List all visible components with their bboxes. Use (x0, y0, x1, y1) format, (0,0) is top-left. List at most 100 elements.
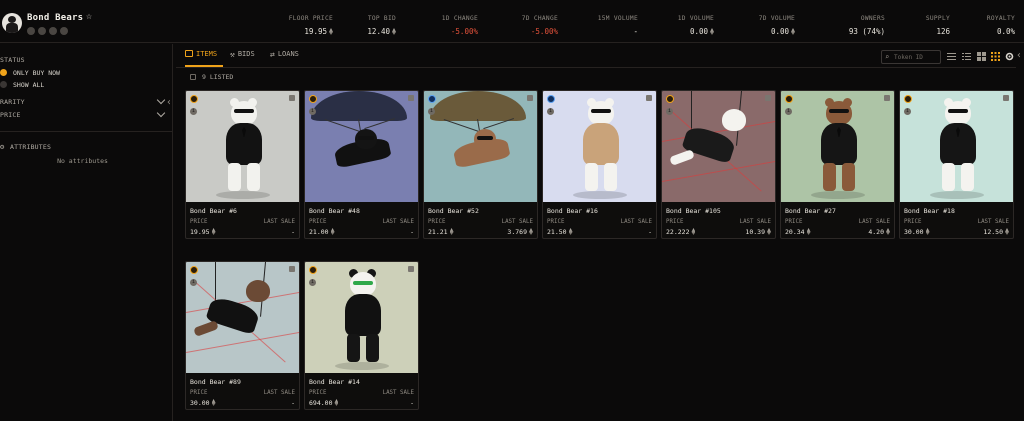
eth-icon (568, 228, 573, 235)
price-value: 20.34 (785, 228, 811, 236)
only-buy-now-radio[interactable] (0, 69, 7, 76)
last-sale-label: LAST SALE (858, 219, 890, 225)
info-icon[interactable]: i (309, 279, 316, 286)
last-sale-value-text: 3.769 (507, 228, 527, 236)
stat-value-text: -5.00% (530, 27, 558, 36)
bear-leg (247, 163, 260, 191)
select-checkbox[interactable] (646, 95, 652, 101)
select-checkbox[interactable] (289, 266, 295, 272)
nft-image[interactable] (305, 262, 418, 373)
ground-shadow (930, 191, 984, 199)
stat-label: ROYALTY (986, 15, 1015, 22)
nft-image[interactable] (781, 91, 894, 202)
stat-label: SUPPLY (925, 15, 950, 22)
eth-icon (886, 228, 890, 235)
nft-card[interactable]: i Bond Bear #48 PRICE LAST SALE 21.00 - (304, 90, 419, 239)
tab-bids[interactable]: ⚒ BIDS (230, 50, 255, 66)
favorite-star-icon[interactable]: ☆ (86, 11, 92, 22)
eth-icon (392, 28, 396, 35)
select-checkbox[interactable] (1003, 95, 1009, 101)
info-icon[interactable]: i (904, 108, 911, 115)
stat-value: 19.95 (289, 27, 333, 36)
discord-icon[interactable] (38, 27, 46, 35)
twitter-icon[interactable] (49, 27, 57, 35)
tab-items[interactable]: ITEMS (185, 50, 223, 67)
show-all-label[interactable]: SHOW ALL (13, 81, 44, 89)
nft-card[interactable]: i Bond Bear #18 PRICE LAST SALE 30.00 12.50 (899, 90, 1014, 239)
price-label: PRICE (785, 219, 803, 225)
nft-card[interactable]: i Bond Bear #105 PRICE LAST SALE 22.222 10.39 (661, 90, 776, 239)
stat-value: 12.40 (367, 27, 396, 36)
price-value-text: 694.00 (309, 399, 333, 407)
price-label: PRICE (190, 219, 208, 225)
laser-beam (186, 332, 299, 353)
rarity-badge-icon (190, 95, 198, 103)
rarity-chevron-down-icon[interactable] (156, 95, 166, 105)
bear-leg (585, 163, 598, 191)
stat-value-text: 0.0% (996, 27, 1015, 36)
price-value-text: 21.50 (547, 228, 567, 236)
nft-card[interactable]: i Bond Bear #89 PRICE LAST SALE 30.00 - (185, 261, 300, 410)
nft-image[interactable] (305, 91, 418, 202)
collection-header: Bond Bears ☆ FLOOR PRICE 19.95 TOP BID 12.4… (0, 0, 1024, 43)
nft-card[interactable]: i Bond Bear #14 PRICE LAST SALE 694.00 - (304, 261, 419, 410)
rarity-filter-label[interactable]: RARITY (0, 98, 25, 106)
tab-loans[interactable]: ⇄ LOANS (270, 50, 299, 66)
info-icon[interactable]: i (428, 108, 435, 115)
nft-card[interactable]: i Bond Bear #16 PRICE LAST SALE 21.50 - (542, 90, 657, 239)
stat-7d-volume: 7D VOLUME 0.00 (759, 15, 795, 36)
nft-card[interactable]: i Bond Bear #27 PRICE LAST SALE 20.34 4.20 (780, 90, 895, 239)
small-grid-view-icon[interactable] (991, 52, 1000, 61)
list-view-icon[interactable] (947, 52, 956, 61)
explorer-icon[interactable] (60, 27, 68, 35)
nft-image[interactable] (662, 91, 775, 202)
info-icon[interactable]: i (547, 108, 554, 115)
select-checkbox[interactable] (289, 95, 295, 101)
attributes-label[interactable]: ATTRIBUTES (10, 143, 51, 151)
bear-head (231, 101, 257, 125)
token-search[interactable]: ⌕ (881, 50, 941, 64)
nft-image[interactable] (186, 91, 299, 202)
bear-leg (961, 163, 974, 191)
bear-leg (193, 320, 219, 337)
rarity-badge-icon (428, 95, 436, 103)
stat-value: - (598, 27, 638, 36)
nft-image[interactable] (543, 91, 656, 202)
select-checkbox[interactable] (408, 95, 414, 101)
website-icon[interactable] (27, 27, 35, 35)
nft-card[interactable]: i Bond Bear #52 PRICE LAST SALE 21.21 3.769 (423, 90, 538, 239)
large-grid-view-icon[interactable] (977, 52, 986, 61)
price-filter-label[interactable]: PRICE (0, 111, 21, 119)
select-checkbox[interactable] (765, 95, 771, 101)
price-chevron-down-icon[interactable] (156, 108, 166, 118)
stat-value-text: 126 (936, 27, 950, 36)
only-buy-now-label[interactable]: ONLY BUY NOW (13, 69, 60, 77)
eth-icon (691, 228, 696, 235)
collapse-sidebar-icon[interactable]: ‹ (165, 96, 173, 110)
select-checkbox[interactable] (527, 95, 533, 101)
nft-image[interactable] (186, 262, 299, 373)
compact-list-view-icon[interactable] (962, 52, 971, 61)
last-sale-value: 3.769 (507, 228, 533, 236)
price-value: 21.21 (428, 228, 454, 236)
info-icon[interactable]: i (190, 279, 197, 286)
stat-label: 7D CHANGE (521, 15, 558, 22)
collapse-right-panel-icon[interactable]: ‹ (1016, 50, 1022, 61)
token-id-input[interactable] (894, 52, 940, 63)
stat-15m-volume: 15M VOLUME - (598, 15, 638, 36)
info-icon[interactable]: i (190, 108, 197, 115)
price-value-text: 30.00 (190, 399, 210, 407)
show-all-radio[interactable] (0, 81, 7, 88)
rarity-badge-icon (309, 266, 317, 274)
nft-card[interactable]: i Bond Bear #6 PRICE LAST SALE 19.95 - (185, 90, 300, 239)
info-icon[interactable]: i (666, 108, 673, 115)
listed-checkbox[interactable] (190, 74, 196, 80)
collection-avatar[interactable] (2, 13, 22, 33)
nft-image[interactable] (424, 91, 537, 202)
select-checkbox[interactable] (408, 266, 414, 272)
select-checkbox[interactable] (884, 95, 890, 101)
info-icon[interactable]: i (785, 108, 792, 115)
info-icon[interactable]: i (309, 108, 316, 115)
settings-gear-icon[interactable] (1005, 52, 1014, 61)
nft-image[interactable] (900, 91, 1013, 202)
